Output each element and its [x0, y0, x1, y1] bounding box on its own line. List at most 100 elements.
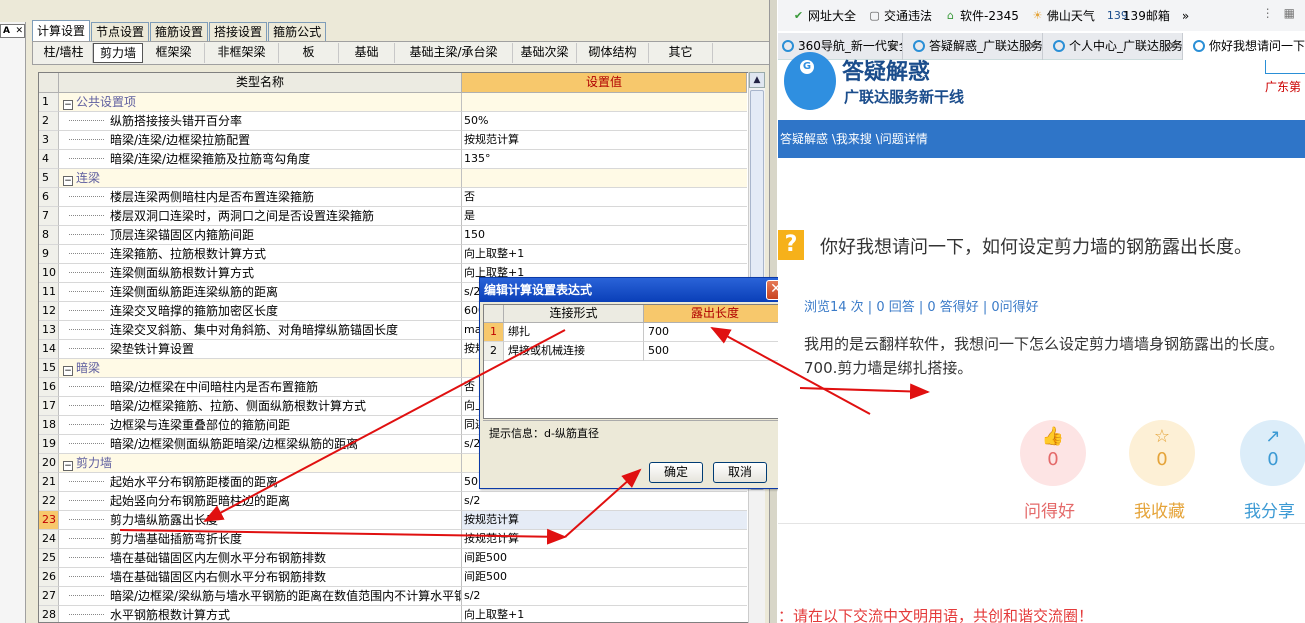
region-link[interactable]: 广东第 [1265, 78, 1301, 95]
setting-value-cell[interactable]: 按规范计算 [462, 131, 747, 150]
setting-value-cell[interactable]: 否 [462, 188, 747, 207]
bookmark-label[interactable]: 佛山天气 [1047, 7, 1095, 24]
share-label[interactable]: 我分享 [1244, 497, 1295, 522]
setting-value-cell[interactable]: 150 [462, 226, 747, 245]
setting-value-cell[interactable]: 是 [462, 207, 747, 226]
main-tab[interactable]: 搭接设置 [209, 22, 268, 41]
bookmark-icon: ▢ [869, 9, 880, 22]
table-row[interactable]: 27 暗梁/边框梁/梁纵筋与墙水平钢筋的距离在数值范围内不计算水平钢 s/2 [39, 587, 747, 606]
tab-close-icon[interactable]: ✕ [1028, 33, 1038, 60]
bookmark-item[interactable]: ▢ 交通违法 [868, 7, 932, 24]
collapse-icon[interactable]: − [63, 366, 73, 376]
table-row[interactable]: 7 楼层双洞口连梁时，两洞口之间是否设置连梁箍筋 是 [39, 207, 747, 226]
logo-g-icon: G [800, 60, 814, 74]
ok-button[interactable]: 确定 [649, 462, 703, 483]
setting-value-cell[interactable]: 按规范计算 [462, 511, 747, 530]
table-row[interactable]: 9 连梁箍筋、拉筋根数计算方式 向上取整+1 [39, 245, 747, 264]
tree-line [69, 253, 104, 254]
table-row[interactable]: 26 墙在基础锚固区内右侧水平分布钢筋排数 间距500 [39, 568, 747, 587]
apps-grid-icon[interactable]: ▦ [1284, 6, 1295, 20]
collapse-icon[interactable]: − [63, 176, 73, 186]
breadcrumb[interactable]: 答疑解惑 \我来搜 \问题详情 [778, 120, 1305, 158]
setting-value-cell[interactable]: 向上取整+1 [462, 245, 747, 264]
stub-close-icon[interactable]: ✕ [15, 25, 23, 37]
tab-title[interactable]: 你好我想请问一下 [1209, 39, 1305, 53]
connection-type-cell[interactable]: 绑扎 [504, 323, 644, 342]
tree-line [69, 215, 104, 216]
site-banner: G 答疑解惑 广联达服务新干线 广东第 [778, 52, 1305, 120]
setting-value-cell[interactable]: s/2 [462, 492, 747, 511]
setting-value-cell[interactable]: 按规范计算 [462, 530, 747, 549]
connection-type-cell[interactable]: 焊接或机械连接 [504, 342, 644, 361]
bookmark-label[interactable]: 网址大全 [808, 7, 856, 24]
table-row[interactable]: 22 起始竖向分布钢筋距暗柱边的距离 s/2 [39, 492, 747, 511]
setting-value-cell[interactable]: 间距500 [462, 568, 747, 587]
question-stats: 浏览14 次 | 0 回答 | 0 答得好 | 0问得好 [804, 300, 1039, 315]
table-row[interactable]: 28 水平钢筋根数计算方式 向上取整+1 [39, 606, 747, 622]
component-tab[interactable]: 基础 [339, 43, 395, 63]
table-row[interactable]: 24 剪力墙基础插筋弯折长度 按规范计算 [39, 530, 747, 549]
exposed-length-cell[interactable]: 500 [644, 342, 787, 361]
good-count: 0 [1047, 449, 1059, 470]
main-tab[interactable]: 箍筋设置 [150, 22, 209, 41]
main-tab[interactable]: 箍筋公式 [268, 22, 327, 41]
tab-title[interactable]: 个人中心_广联达服务新干线 [1069, 39, 1182, 53]
component-tab[interactable]: 基础主梁/承台梁 [395, 43, 513, 63]
setting-value-cell [462, 93, 747, 112]
setting-value-cell[interactable]: 50% [462, 112, 747, 131]
setting-name: 水平钢筋根数计算方式 [110, 608, 231, 622]
component-tab[interactable]: 基础次梁 [513, 43, 577, 63]
bookmark-label[interactable]: 交通违法 [884, 7, 932, 24]
component-tab[interactable]: 板 [279, 43, 339, 63]
component-tab[interactable]: 砌体结构 [577, 43, 649, 63]
favorite-label[interactable]: 我收藏 [1134, 497, 1185, 522]
component-tab[interactable]: 剪力墙 [93, 43, 143, 63]
stub-tab[interactable]: A ✕ [0, 24, 25, 38]
row-number: 9 [39, 245, 59, 264]
component-tab[interactable]: 其它 [649, 43, 713, 63]
component-tab[interactable]: 柱/墙柱 [35, 43, 93, 63]
setting-value-cell[interactable]: s/2 [462, 587, 747, 606]
good-question-label[interactable]: 问得好 [1024, 497, 1075, 522]
collapse-icon[interactable]: − [63, 100, 73, 110]
bookmark-item[interactable]: ✔ 网址大全 [792, 7, 856, 24]
component-tab[interactable]: 框架梁 [143, 43, 205, 63]
table-row[interactable]: 8 顶层连梁锚固区内箍筋间距 150 [39, 226, 747, 245]
setting-value-cell[interactable]: 间距500 [462, 549, 747, 568]
good-question-button[interactable]: 👍 0 [1020, 420, 1086, 486]
exposed-length-cell[interactable]: 700 [644, 323, 787, 342]
scroll-up-icon[interactable]: ▲ [749, 72, 765, 88]
table-row[interactable]: 3 暗梁/连梁/边框梁拉筋配置 按规范计算 [39, 131, 747, 150]
setting-name-cell: 边框梁与连梁重叠部位的箍筋间距 [59, 416, 462, 435]
dialog-row[interactable]: 2 焊接或机械连接 500 [484, 342, 787, 361]
browser-tab[interactable]: 个人中心_广联达服务新干线✕ [1043, 33, 1183, 60]
dialog-row[interactable]: 1 绑扎 700 [484, 323, 787, 342]
bookmark-label[interactable]: 139邮箱 [1123, 7, 1170, 24]
table-row[interactable]: 23 剪力墙纵筋露出长度 按规范计算 [39, 511, 747, 530]
group-row[interactable]: 1− 公共设置项 [39, 93, 747, 112]
main-tab[interactable]: 计算设置 [32, 20, 91, 41]
collapse-icon[interactable]: − [63, 461, 73, 471]
table-row[interactable]: 2 纵筋搭接接头错开百分率 50% [39, 112, 747, 131]
bookmark-item[interactable]: ☀ 佛山天气 [1031, 7, 1095, 24]
more-bookmarks-icon[interactable]: » [1182, 9, 1189, 23]
bookmark-item[interactable]: ⌂ 软件-2345 [944, 7, 1019, 24]
component-tab[interactable]: 非框架梁 [205, 43, 279, 63]
tab-close-icon[interactable]: ✕ [1168, 33, 1178, 60]
table-row[interactable]: 4 暗梁/连梁/边框梁箍筋及拉筋弯勾角度 135° [39, 150, 747, 169]
group-row[interactable]: 5− 连梁 [39, 169, 747, 188]
table-row[interactable]: 6 楼层连梁两侧暗柱内是否布置连梁箍筋 否 [39, 188, 747, 207]
setting-value-cell[interactable]: 135° [462, 150, 747, 169]
cancel-button[interactable]: 取消 [713, 462, 767, 483]
main-tab[interactable]: 节点设置 [91, 22, 150, 41]
menu-dots-icon[interactable]: ⋮ [1262, 6, 1274, 20]
setting-value-cell[interactable]: 向上取整+1 [462, 606, 747, 622]
tab-title[interactable]: 答疑解惑_广联达服务新干线 [929, 39, 1042, 53]
favorite-button[interactable]: ☆ 0 [1129, 420, 1195, 486]
browser-tab[interactable]: 你好我想请问一下 [1183, 33, 1305, 60]
bookmark-label[interactable]: 软件-2345 [960, 7, 1019, 24]
share-button[interactable]: ↗ 0 [1240, 420, 1305, 486]
bookmark-item[interactable]: 139 139邮箱 [1107, 7, 1170, 24]
table-row[interactable]: 25 墙在基础锚固区内左侧水平分布钢筋排数 间距500 [39, 549, 747, 568]
setting-name: 墙在基础锚固区内右侧水平分布钢筋排数 [110, 570, 327, 584]
